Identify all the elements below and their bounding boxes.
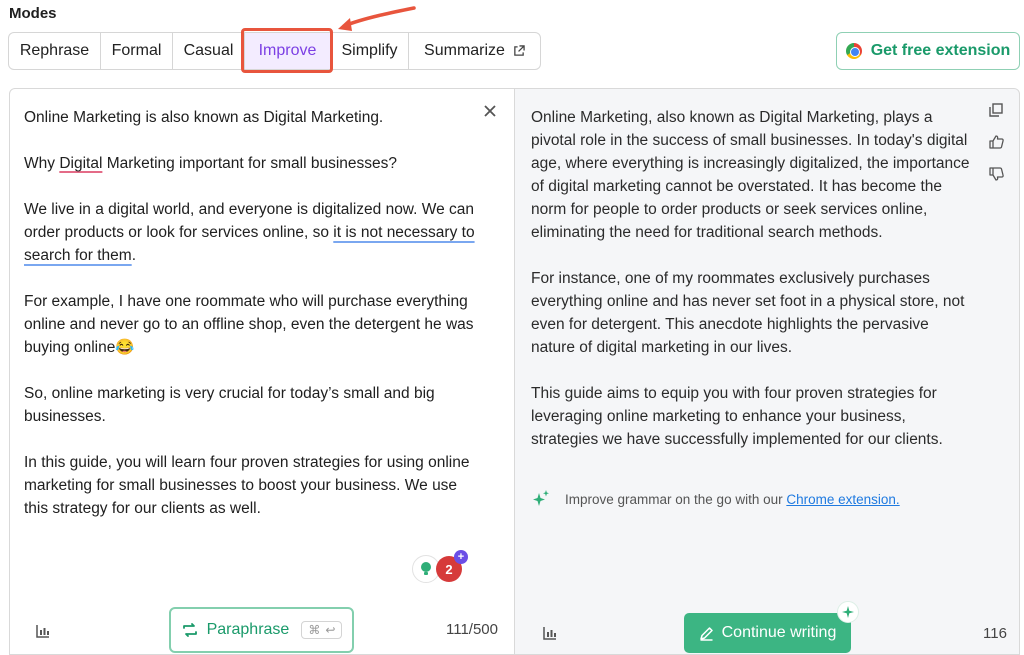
external-link-icon <box>514 45 525 56</box>
output-text: Online Marketing, also known as Digital … <box>531 106 971 474</box>
mode-simplify-button[interactable]: Simplify <box>331 33 409 69</box>
mode-casual-button[interactable]: Casual <box>173 33 245 69</box>
get-extension-button[interactable]: Get free extension <box>836 32 1020 70</box>
mode-selector: Rephrase Formal Casual Improve Simplify … <box>8 32 541 70</box>
thumbs-up-icon[interactable] <box>989 135 1004 149</box>
chrome-icon <box>845 43 862 59</box>
stats-icon[interactable] <box>35 623 51 639</box>
plus-icon: + <box>454 550 468 564</box>
input-paragraph: In this guide, you will learn four prove… <box>24 454 470 517</box>
stats-icon[interactable] <box>542 625 558 641</box>
modes-title: Modes <box>9 5 57 22</box>
paraphrase-button[interactable]: Paraphrase ⌘ ↩ <box>169 607 354 653</box>
grammar-tip-label: Improve grammar on the go with our <box>565 491 787 507</box>
pencil-icon <box>699 626 713 641</box>
output-paragraph: For instance, one of my roommates exclus… <box>531 270 965 356</box>
input-paragraph: Online Marketing is also known as Digita… <box>24 109 384 126</box>
repeat-icon <box>182 623 197 637</box>
input-panel[interactable]: Online Marketing is also known as Digita… <box>9 88 515 655</box>
continue-writing-label: Continue writing <box>721 624 837 641</box>
mode-rephrase-button[interactable]: Rephrase <box>9 33 101 69</box>
copy-icon[interactable] <box>989 103 1003 117</box>
issues-count-badge[interactable]: 2 + <box>436 550 468 582</box>
grammar-tip: Improve grammar on the go with our Chrom… <box>531 489 900 509</box>
input-paragraph: For example, I have one roommate who wil… <box>24 293 474 356</box>
word-counter: 111/500 <box>446 621 498 638</box>
cmd-key: ⌘ <box>308 623 321 637</box>
sparkle-icon <box>533 490 549 506</box>
mode-improve-button[interactable]: Improve <box>245 33 331 69</box>
clear-text-button[interactable] <box>484 101 496 122</box>
input-paragraph: Why Digital Marketing important for smal… <box>24 152 484 175</box>
paraphrase-label: Paraphrase <box>206 621 290 638</box>
sparkle-icon <box>842 606 854 618</box>
spelling-suggestion[interactable]: Digital <box>59 155 102 172</box>
input-paragraph: So, online marketing is very crucial for… <box>24 385 435 425</box>
mode-summarize-button[interactable]: Summarize <box>409 33 540 69</box>
suggestion-widgets: 2 + <box>412 550 468 583</box>
word-counter: 116 <box>983 625 1007 642</box>
issues-count: 2 <box>445 561 453 577</box>
grammar-tip-text: Improve grammar on the go with our Chrom… <box>565 492 900 507</box>
output-panel: Online Marketing, also known as Digital … <box>514 88 1020 655</box>
ai-badge <box>837 601 859 623</box>
annotation-arrow-icon <box>338 6 416 31</box>
output-actions <box>989 103 1004 181</box>
output-paragraph: Online Marketing, also known as Digital … <box>531 109 970 241</box>
continue-writing-button[interactable]: Continue writing <box>684 613 851 653</box>
shortcut-hint: ⌘ ↩ <box>301 621 343 639</box>
chrome-extension-link[interactable]: Chrome extension. <box>786 492 899 507</box>
lightbulb-icon <box>421 562 431 575</box>
thumbs-down-icon[interactable] <box>989 167 1004 181</box>
input-text: Why <box>24 155 60 172</box>
input-text: Marketing important for small businesses… <box>102 155 398 172</box>
mode-formal-button[interactable]: Formal <box>101 33 173 69</box>
input-text-area[interactable]: Online Marketing is also known as Digita… <box>24 106 484 543</box>
close-icon <box>484 105 496 117</box>
get-extension-label: Get free extension <box>870 42 1011 59</box>
output-paragraph: This guide aims to equip you with four p… <box>531 385 943 448</box>
input-paragraph: We live in a digital world, and everyone… <box>24 198 484 267</box>
enter-key: ↩ <box>325 623 336 637</box>
input-text: . <box>131 247 136 264</box>
mode-summarize-label: Summarize <box>424 42 505 59</box>
